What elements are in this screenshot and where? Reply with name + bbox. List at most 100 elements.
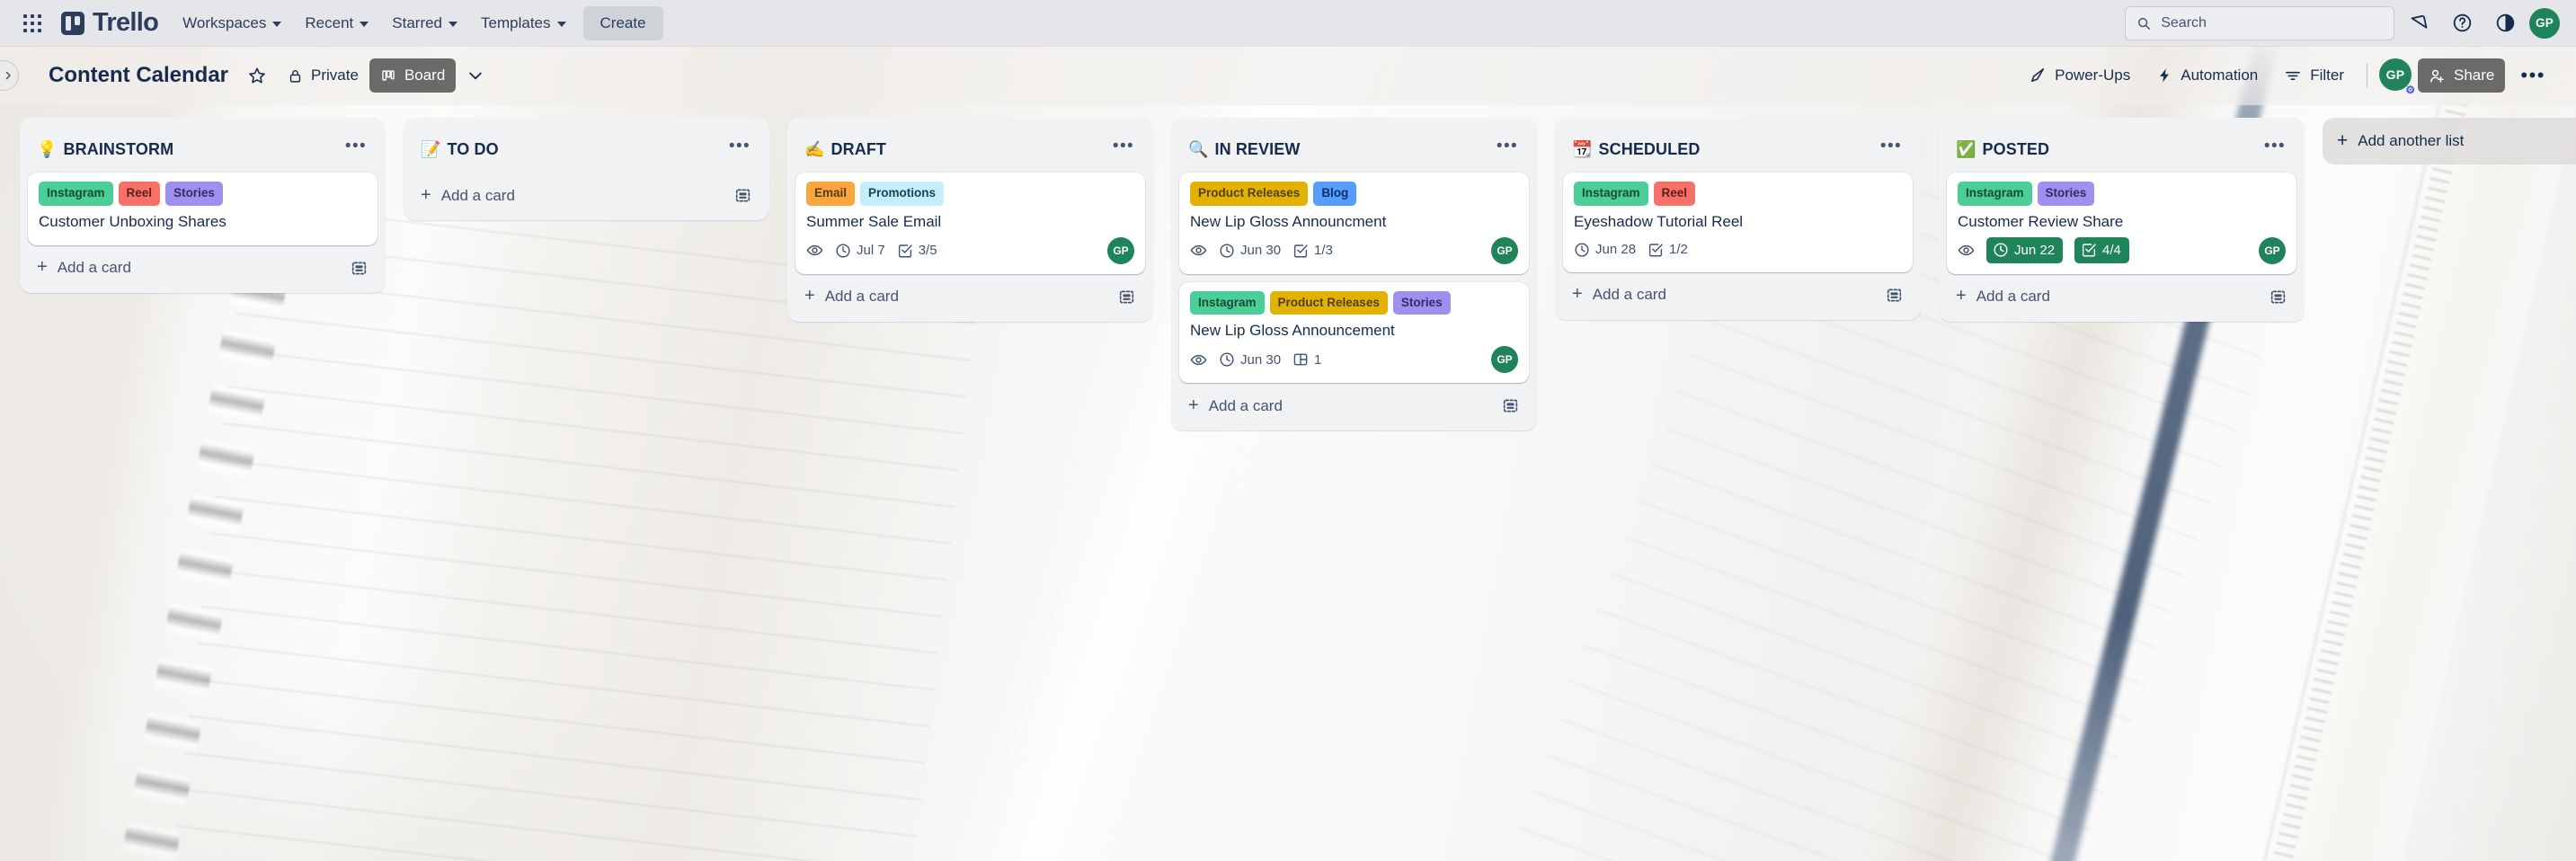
view-switcher-board[interactable]: Board [369, 58, 456, 93]
list-to-do[interactable]: 📝TO DO ••• +Add a card [404, 118, 769, 220]
star-board-button[interactable] [237, 58, 277, 93]
list-in-review[interactable]: 🔍IN REVIEW•••Product ReleasesBlogNew Lip… [1171, 118, 1537, 430]
add-a-card-button[interactable]: +Add a card [28, 249, 378, 288]
filter-button[interactable]: Filter [2273, 58, 2355, 93]
board-visibility-button[interactable]: Private [277, 58, 369, 93]
list-title[interactable]: ✅POSTED [1956, 140, 2049, 159]
board-header: Content Calendar Private Board Power [0, 46, 2576, 105]
card[interactable]: InstagramReelEyeshadow Tutorial ReelJun … [1563, 173, 1913, 272]
grid-apps-icon[interactable] [13, 4, 52, 43]
board-canvas[interactable]: 💡BRAINSTORM ••• InstagramReelStoriesCustom… [0, 105, 2576, 861]
card-template-button[interactable] [733, 186, 752, 205]
help-button[interactable] [2443, 4, 2481, 42]
list-actions-icon[interactable]: ••• [725, 135, 754, 164]
chevron-right-icon[interactable] [0, 60, 19, 91]
search-input[interactable] [2161, 15, 2383, 31]
card-template-button[interactable] [2269, 288, 2287, 306]
power-ups-button[interactable]: Power-Ups [2018, 58, 2141, 93]
card-template-button[interactable] [350, 259, 369, 278]
label-instagram[interactable]: Instagram [1958, 182, 2032, 206]
card-member-avatar[interactable]: GP [1107, 237, 1134, 264]
card-member-avatar[interactable]: GP [1491, 237, 1518, 264]
board-member-avatar[interactable]: GP ⚙ [2379, 58, 2413, 93]
list-posted[interactable]: ✅POSTED ••• InstagramStoriesCustomer Revie… [1939, 118, 2305, 322]
add-another-list-button[interactable]: + Add another list [2323, 118, 2576, 164]
trello-home-link[interactable]: Trello [52, 3, 171, 43]
list-title[interactable]: 🔍IN REVIEW [1188, 140, 1300, 159]
add-a-card-button[interactable]: +Add a card [795, 278, 1145, 316]
chevron-down-icon [360, 22, 369, 27]
list-actions-icon[interactable]: ••• [342, 135, 370, 164]
add-a-card-button[interactable]: +Add a card [1947, 278, 2296, 316]
card[interactable]: InstagramStoriesCustomer Review ShareJun… [1947, 173, 2296, 274]
plus-icon: + [1188, 396, 1199, 414]
list-brainstorm[interactable]: 💡BRAINSTORM ••• InstagramReelStoriesCustom… [20, 118, 386, 293]
list-actions-icon[interactable]: ••• [1877, 135, 1905, 164]
board-menu-button[interactable]: ••• [2509, 58, 2556, 93]
card[interactable]: InstagramReelStoriesCustomer Unboxing Sh… [28, 173, 378, 245]
list-title[interactable]: ✍️DRAFT [804, 140, 886, 159]
theme-toggle-button[interactable] [2486, 4, 2524, 42]
clock-icon [1219, 351, 1235, 368]
filter-icon [2284, 67, 2302, 84]
card-cover-icon [1292, 351, 1309, 368]
label-instagram[interactable]: Instagram [1190, 291, 1265, 315]
chevron-down-icon [557, 22, 566, 27]
theme-contrast-icon [2495, 13, 2516, 33]
card-template-button[interactable] [1501, 396, 1520, 415]
card[interactable]: EmailPromotionsSummer Sale EmailJul 73/5… [795, 173, 1145, 274]
add-a-card-button[interactable]: +Add a card [1563, 276, 1913, 315]
card-template-button[interactable] [1885, 286, 1904, 305]
top-navigation-bar: Trello Workspaces Recent Starred Templat… [0, 0, 2576, 46]
page-title[interactable]: Content Calendar [40, 58, 237, 93]
badge-checklist-text: 4/4 [2102, 244, 2121, 257]
board-view-icon [380, 68, 396, 83]
user-avatar[interactable]: GP [2529, 8, 2560, 39]
share-button[interactable]: Share [2418, 58, 2505, 93]
list-scheduled[interactable]: 📆SCHEDULED ••• InstagramReelEyeshadow Tuto… [1555, 118, 1921, 320]
list-actions-icon[interactable]: ••• [1493, 135, 1522, 164]
card-member-avatar[interactable]: GP [1491, 346, 1518, 373]
nav-recent[interactable]: Recent [293, 6, 380, 40]
card[interactable]: Product ReleasesBlogNew Lip Gloss Announ… [1179, 173, 1529, 274]
label-promotions[interactable]: Promotions [860, 182, 944, 206]
badge-due-text: Jun 30 [1240, 244, 1281, 257]
plus-icon: + [1956, 287, 1967, 305]
add-a-card-button[interactable]: +Add a card [412, 176, 761, 215]
list-title[interactable]: 💡BRAINSTORM [37, 140, 173, 159]
label-email[interactable]: Email [806, 182, 855, 206]
label-stories[interactable]: Stories [1393, 291, 1451, 315]
card-list: InstagramReelStoriesCustomer Unboxing Sh… [28, 173, 378, 245]
nav-starred[interactable]: Starred [380, 6, 469, 40]
view-switcher-dropdown[interactable] [456, 58, 495, 93]
label-stories[interactable]: Stories [165, 182, 223, 206]
label-reel[interactable]: Reel [119, 182, 161, 206]
label-stories[interactable]: Stories [2038, 182, 2095, 206]
add-a-card-button[interactable]: +Add a card [1179, 386, 1529, 425]
share-label: Share [2454, 67, 2494, 84]
label-reel[interactable]: Reel [1654, 182, 1696, 206]
list-title[interactable]: 📝TO DO [421, 140, 499, 159]
card[interactable]: InstagramProduct ReleasesStories New Lip … [1179, 282, 1529, 384]
label-product-releases[interactable]: Product Releases [1270, 291, 1388, 315]
search-box[interactable] [2125, 6, 2394, 40]
nav-workspaces[interactable]: Workspaces [171, 6, 293, 40]
nav-templates[interactable]: Templates [469, 6, 577, 40]
list-actions-icon[interactable]: ••• [2261, 135, 2289, 164]
label-instagram[interactable]: Instagram [1574, 182, 1648, 206]
card-title: New Lip Gloss Announcement [1190, 321, 1518, 341]
list-emoji-icon: 🔍 [1188, 141, 1209, 157]
card-template-button[interactable] [1117, 288, 1136, 306]
label-product-releases[interactable]: Product Releases [1190, 182, 1308, 206]
list-title[interactable]: 📆SCHEDULED [1572, 140, 1700, 159]
label-blog[interactable]: Blog [1313, 182, 1356, 206]
card-member-avatar[interactable]: GP [2259, 237, 2286, 264]
list-actions-icon[interactable]: ••• [1109, 135, 1138, 164]
label-instagram[interactable]: Instagram [39, 182, 113, 206]
list-header: ✍️DRAFT ••• [795, 126, 1145, 173]
notifications-button[interactable] [2400, 4, 2438, 42]
list-draft[interactable]: ✍️DRAFT ••• EmailPromotionsSummer Sale Ema… [787, 118, 1153, 322]
create-button[interactable]: Create [583, 6, 663, 40]
plus-icon: + [421, 186, 431, 204]
automation-button[interactable]: Automation [2145, 58, 2269, 93]
